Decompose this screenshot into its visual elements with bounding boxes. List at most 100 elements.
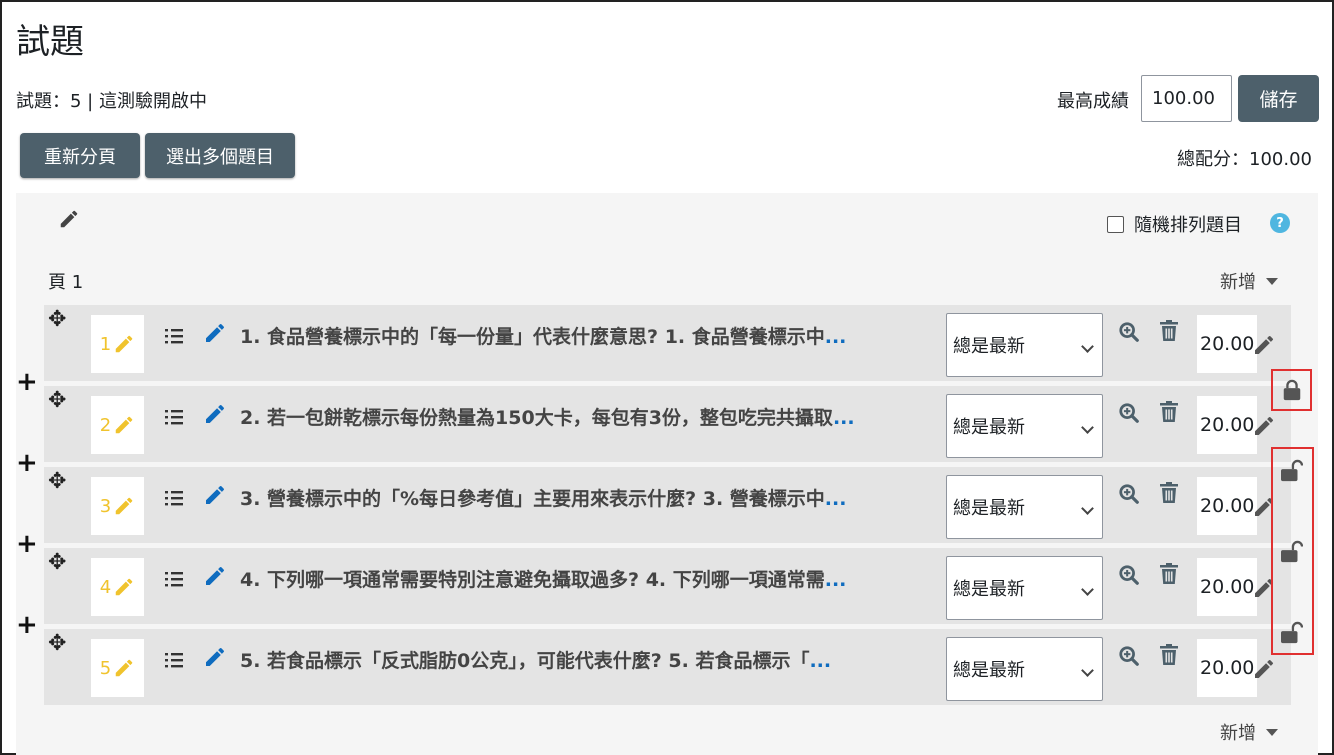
trash-icon[interactable] bbox=[1159, 563, 1179, 585]
question-text-content: 3. 營養標示中的「%每日參考值」主要用來表示什麼? 3. 營養標示中 bbox=[240, 488, 825, 510]
trash-icon[interactable] bbox=[1159, 482, 1179, 504]
slot-number[interactable]: 4 bbox=[91, 558, 144, 616]
pencil-icon[interactable] bbox=[113, 495, 135, 517]
pencil-icon[interactable] bbox=[113, 414, 135, 436]
pencil-icon[interactable] bbox=[203, 645, 227, 669]
pencil-icon[interactable] bbox=[203, 321, 227, 345]
pencil-icon[interactable] bbox=[1252, 414, 1276, 438]
plus-icon[interactable]: + bbox=[16, 369, 38, 395]
zoom-in-icon[interactable] bbox=[1118, 402, 1140, 424]
version-select[interactable]: 總是最新 bbox=[946, 313, 1103, 377]
zoom-in-icon[interactable] bbox=[1118, 645, 1140, 667]
version-value: 總是最新 bbox=[953, 336, 1025, 357]
list-icon bbox=[165, 410, 183, 425]
help-icon[interactable]: ? bbox=[1270, 213, 1290, 233]
zoom-in-icon[interactable] bbox=[1118, 483, 1140, 505]
move-icon[interactable]: ✥ bbox=[48, 471, 66, 493]
question-text[interactable]: 5. 若食品標示「反式脂肪0公克」，可能代表什麼? 5. 若食品標示「... bbox=[240, 646, 932, 673]
question-text[interactable]: 4. 下列哪一項通常需要特別注意避免攝取過多? 4. 下列哪一項通常需... bbox=[240, 565, 932, 592]
slot-number[interactable]: 1 bbox=[91, 315, 144, 373]
version-value: 總是最新 bbox=[953, 660, 1025, 681]
slot-number-text: 5 bbox=[99, 657, 112, 679]
question-text[interactable]: 3. 營養標示中的「%每日參考值」主要用來表示什麼? 3. 營養標示中... bbox=[240, 484, 932, 511]
add-label: 新增 bbox=[1220, 723, 1256, 744]
move-icon[interactable]: ✥ bbox=[48, 309, 66, 331]
max-grade-label: 最高成績 bbox=[1057, 91, 1129, 112]
version-select[interactable]: 總是最新 bbox=[946, 637, 1103, 701]
list-icon bbox=[165, 653, 183, 668]
question-text-content: 4. 下列哪一項通常需要特別注意避免攝取過多? 4. 下列哪一項通常需 bbox=[240, 569, 825, 591]
slot-number-text: 2 bbox=[99, 414, 112, 436]
save-button[interactable]: 儲存 bbox=[1238, 75, 1319, 122]
zoom-in-icon[interactable] bbox=[1118, 321, 1140, 343]
add-menu-top[interactable]: 新增 bbox=[1220, 268, 1278, 294]
pencil-icon[interactable] bbox=[203, 564, 227, 588]
pencil-icon[interactable] bbox=[113, 657, 135, 679]
mark-value: 20.00 bbox=[1200, 333, 1255, 355]
chevron-down-icon bbox=[1081, 502, 1094, 515]
version-value: 總是最新 bbox=[953, 498, 1025, 519]
slot-number-text: 4 bbox=[99, 576, 112, 598]
version-value: 總是最新 bbox=[953, 579, 1025, 600]
mark-value: 20.00 bbox=[1200, 414, 1255, 436]
version-select[interactable]: 總是最新 bbox=[946, 475, 1103, 539]
chevron-down-icon bbox=[1081, 583, 1094, 596]
ellipsis: ... bbox=[824, 488, 847, 510]
pencil-icon[interactable] bbox=[113, 576, 135, 598]
pencil-icon[interactable] bbox=[113, 333, 135, 355]
question-text-content: 1. 食品營養標示中的「每一份量」代表什麼意思? 1. 食品營養標示中 bbox=[240, 326, 825, 348]
version-select[interactable]: 總是最新 bbox=[946, 556, 1103, 620]
page-title: 試題 bbox=[16, 22, 84, 62]
quiz-info: 試題：5 | 這測驗開啟中 bbox=[16, 91, 207, 112]
caret-down-icon bbox=[1266, 728, 1278, 736]
question-text-content: 5. 若食品標示「反式脂肪0公克」，可能代表什麼? 5. 若食品標示「 bbox=[240, 650, 810, 672]
question-text[interactable]: 2. 若一包餅乾標示每份熱量為150大卡，每包有3份，整包吃完共攝取... bbox=[240, 403, 932, 430]
slot-number[interactable]: 5 bbox=[91, 639, 144, 697]
slot-number[interactable]: 2 bbox=[91, 396, 144, 454]
pencil-icon[interactable] bbox=[58, 208, 80, 230]
pencil-icon[interactable] bbox=[1252, 333, 1276, 357]
trash-icon[interactable] bbox=[1159, 320, 1179, 342]
select-multiple-button[interactable]: 選出多個題目 bbox=[145, 133, 295, 178]
mark-value: 20.00 bbox=[1200, 576, 1255, 598]
pencil-icon[interactable] bbox=[203, 402, 227, 426]
chevron-down-icon bbox=[1081, 340, 1094, 353]
ellipsis: ... bbox=[824, 569, 847, 591]
question-text[interactable]: 1. 食品營養標示中的「每一份量」代表什麼意思? 1. 食品營養標示中... bbox=[240, 322, 932, 349]
add-menu-bottom[interactable]: 新增 bbox=[1220, 719, 1278, 745]
trash-icon[interactable] bbox=[1159, 644, 1179, 666]
zoom-in-icon[interactable] bbox=[1118, 564, 1140, 586]
version-select[interactable]: 總是最新 bbox=[946, 394, 1103, 458]
highlight-box bbox=[1271, 447, 1314, 655]
mark-value: 20.00 bbox=[1200, 657, 1255, 679]
version-value: 總是最新 bbox=[953, 417, 1025, 438]
slot-number-text: 1 bbox=[99, 333, 112, 355]
shuffle-label: 隨機排列題目 bbox=[1134, 215, 1242, 236]
ellipsis: ... bbox=[824, 326, 847, 348]
move-icon[interactable]: ✥ bbox=[48, 552, 66, 574]
shuffle-checkbox[interactable] bbox=[1107, 215, 1124, 233]
ellipsis: ... bbox=[809, 650, 832, 672]
pencil-icon[interactable] bbox=[203, 483, 227, 507]
pencil-icon[interactable] bbox=[1252, 657, 1276, 681]
page-label: 頁 1 bbox=[48, 272, 84, 293]
list-icon bbox=[165, 329, 183, 344]
move-icon[interactable]: ✥ bbox=[48, 390, 66, 412]
move-icon[interactable]: ✥ bbox=[48, 633, 66, 655]
plus-icon[interactable]: + bbox=[16, 531, 38, 557]
chevron-down-icon bbox=[1081, 664, 1094, 677]
plus-icon[interactable]: + bbox=[16, 450, 38, 476]
question-text-content: 2. 若一包餅乾標示每份熱量為150大卡，每包有3份，整包吃完共攝取 bbox=[240, 407, 833, 429]
plus-icon[interactable]: + bbox=[16, 612, 38, 638]
slot-number[interactable]: 3 bbox=[91, 477, 144, 535]
list-icon bbox=[165, 572, 183, 587]
add-label: 新增 bbox=[1220, 272, 1256, 293]
ellipsis: ... bbox=[832, 407, 855, 429]
repaginate-button[interactable]: 重新分頁 bbox=[20, 133, 140, 178]
mark-value: 20.00 bbox=[1200, 495, 1255, 517]
max-grade-input[interactable] bbox=[1141, 75, 1232, 122]
trash-icon[interactable] bbox=[1159, 401, 1179, 423]
shuffle-option[interactable]: 隨機排列題目 bbox=[1107, 211, 1242, 237]
total-marks: 總配分：100.00 bbox=[1177, 149, 1312, 170]
highlight-box bbox=[1271, 369, 1312, 411]
